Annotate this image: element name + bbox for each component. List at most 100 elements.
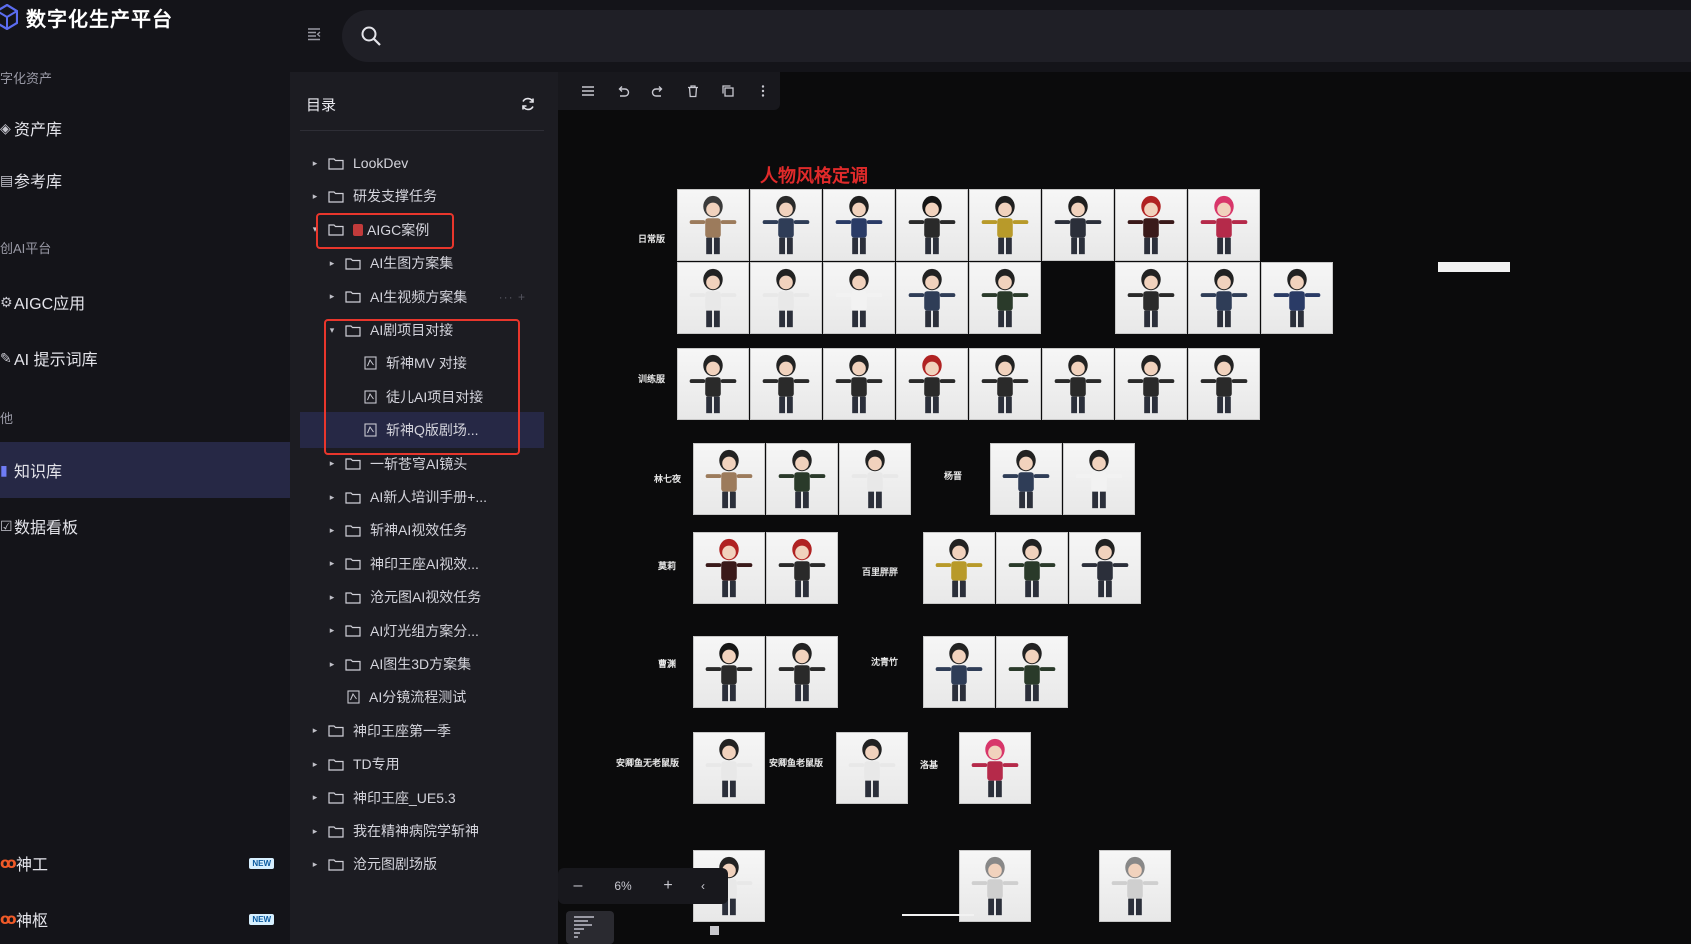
tree-item[interactable]: ▸ AI生视频方案集 ··· + xyxy=(300,279,544,315)
zoom-in-button[interactable]: + xyxy=(648,877,688,895)
minimap-handle[interactable] xyxy=(710,926,719,935)
character-tile[interactable] xyxy=(1115,189,1187,261)
search-box[interactable] xyxy=(342,10,1691,62)
character-tile[interactable] xyxy=(766,532,838,604)
caret-right-icon[interactable]: ▸ xyxy=(310,792,320,803)
tree-item[interactable]: ▸ 沧元图AI视效任务 xyxy=(300,579,544,615)
tree-item[interactable]: ▸ AI生图方案集 xyxy=(300,245,544,281)
character-tile[interactable] xyxy=(959,732,1031,804)
caret-right-icon[interactable]: ▸ xyxy=(310,759,320,770)
character-tile[interactable] xyxy=(677,348,749,420)
character-tile[interactable] xyxy=(823,348,895,420)
character-tile[interactable] xyxy=(996,532,1068,604)
character-tile[interactable] xyxy=(969,189,1041,261)
character-tile[interactable] xyxy=(923,636,995,708)
character-tile[interactable] xyxy=(1042,348,1114,420)
caret-right-icon[interactable]: ▸ xyxy=(327,592,337,603)
caret-right-icon[interactable]: ▸ xyxy=(327,258,337,269)
nav-app-shengong[interactable]: ꝏ 神工 NEW xyxy=(0,843,290,883)
tree-item[interactable]: ▸ LookDev xyxy=(300,145,544,181)
character-tile[interactable] xyxy=(1069,532,1141,604)
caret-right-icon[interactable]: ▸ xyxy=(327,291,337,302)
caret-right-icon[interactable]: ▸ xyxy=(310,826,320,837)
tree-item[interactable]: ▸ 研发支撑任务 xyxy=(300,178,544,214)
nav-item-aigc-apps[interactable]: ⚙ AIGC应用 xyxy=(0,274,290,330)
refresh-icon[interactable] xyxy=(520,96,536,112)
character-tile[interactable] xyxy=(823,189,895,261)
tree-item[interactable]: ▸ AI灯光组方案分... xyxy=(300,613,544,649)
tree-item[interactable]: ▸ TD专用 xyxy=(300,746,544,782)
brand[interactable]: 数字化生产平台 xyxy=(0,2,173,32)
character-tile[interactable] xyxy=(896,262,968,334)
character-tile[interactable] xyxy=(1188,262,1260,334)
tree-item[interactable]: ▸ 神印王座第一季 xyxy=(300,713,544,749)
caret-right-icon[interactable]: ▸ xyxy=(310,191,320,202)
character-tile[interactable] xyxy=(693,532,765,604)
character-tile[interactable] xyxy=(693,732,765,804)
nav-item-reference-library[interactable]: ▤ 参考库 xyxy=(0,152,290,208)
character-tile[interactable] xyxy=(750,189,822,261)
search-input[interactable] xyxy=(398,22,1678,50)
duplicate-button[interactable] xyxy=(710,79,745,103)
nav-app-shenshu[interactable]: ꝏ 神枢 NEW xyxy=(0,899,290,939)
menu-toggle-icon[interactable] xyxy=(306,26,322,42)
tree-item[interactable]: ▸ AI新人培训手册+... xyxy=(300,479,544,515)
character-tile[interactable] xyxy=(969,348,1041,420)
character-tile[interactable] xyxy=(923,532,995,604)
character-tile[interactable] xyxy=(839,443,911,515)
character-tile[interactable] xyxy=(969,262,1041,334)
delete-button[interactable] xyxy=(675,79,710,103)
nav-item-data-dashboard[interactable]: ☑ 数据看板 xyxy=(0,498,290,554)
character-tile[interactable] xyxy=(677,262,749,334)
caret-right-icon[interactable]: ▸ xyxy=(327,458,337,469)
character-tile[interactable] xyxy=(1188,348,1260,420)
tree-item[interactable]: ▸ AI图生3D方案集 xyxy=(300,646,544,682)
caret-right-icon[interactable]: ▸ xyxy=(327,492,337,503)
tree-item[interactable]: AI分镜流程测试 xyxy=(300,679,544,715)
tree-item[interactable]: ▸ 神印王座_UE5.3 xyxy=(300,780,544,816)
character-tile[interactable] xyxy=(750,348,822,420)
character-tile[interactable] xyxy=(1188,189,1260,261)
layers-button[interactable] xyxy=(570,79,605,103)
character-tile[interactable] xyxy=(1115,262,1187,334)
whiteboard-canvas[interactable]: 人物风格定调 日常版 训练服 林七夜 杨晋 莫莉 百里胖胖 曹渊 沈青竹 安卿鱼无老鼠版 安卿鱼老… xyxy=(558,72,1691,944)
tree-item[interactable]: ▸ 我在精神病院学斩神 xyxy=(300,813,544,849)
zoom-out-button[interactable]: – xyxy=(558,877,598,895)
caret-right-icon[interactable]: ▸ xyxy=(327,525,337,536)
character-tile[interactable] xyxy=(1063,443,1135,515)
character-tile[interactable] xyxy=(750,262,822,334)
caret-right-icon[interactable]: ▸ xyxy=(327,625,337,636)
character-tile[interactable] xyxy=(1042,189,1114,261)
character-tile[interactable] xyxy=(1115,348,1187,420)
caret-right-icon[interactable]: ▸ xyxy=(327,558,337,569)
character-tile[interactable] xyxy=(693,636,765,708)
character-tile[interactable] xyxy=(896,348,968,420)
character-tile[interactable] xyxy=(959,850,1031,922)
character-tile[interactable] xyxy=(823,262,895,334)
caret-right-icon[interactable]: ▸ xyxy=(310,725,320,736)
character-tile[interactable] xyxy=(996,636,1068,708)
undo-button[interactable] xyxy=(605,79,640,103)
caret-right-icon[interactable]: ▸ xyxy=(327,659,337,670)
tree-item[interactable]: ▸ 神印王座AI视效... xyxy=(300,546,544,582)
character-tile[interactable] xyxy=(766,636,838,708)
tree-item[interactable]: ▸ 沧元图剧场版 xyxy=(300,846,544,882)
redo-button[interactable] xyxy=(640,79,675,103)
nav-item-prompt-library[interactable]: ✎ AI 提示词库 xyxy=(0,330,290,386)
tree-item[interactable]: ▸ 斩神AI视效任务 xyxy=(300,512,544,548)
nav-item-asset-library[interactable]: ◈ 资产库 xyxy=(0,100,290,156)
character-tile[interactable] xyxy=(1261,262,1333,334)
character-tile[interactable] xyxy=(677,189,749,261)
caret-right-icon[interactable]: ▸ xyxy=(310,158,320,169)
character-tile[interactable] xyxy=(693,443,765,515)
character-tile[interactable] xyxy=(990,443,1062,515)
more-icon[interactable]: ··· + xyxy=(499,290,526,304)
character-tile[interactable] xyxy=(896,189,968,261)
nav-item-knowledge-base[interactable]: ▮ 知识库 xyxy=(0,442,290,498)
character-tile[interactable] xyxy=(836,732,908,804)
character-tile[interactable] xyxy=(766,443,838,515)
more-button[interactable] xyxy=(745,79,780,103)
character-tile[interactable] xyxy=(1099,850,1171,922)
caret-right-icon[interactable]: ▸ xyxy=(310,859,320,870)
collapse-chevron-icon[interactable]: ‹ xyxy=(688,879,718,893)
